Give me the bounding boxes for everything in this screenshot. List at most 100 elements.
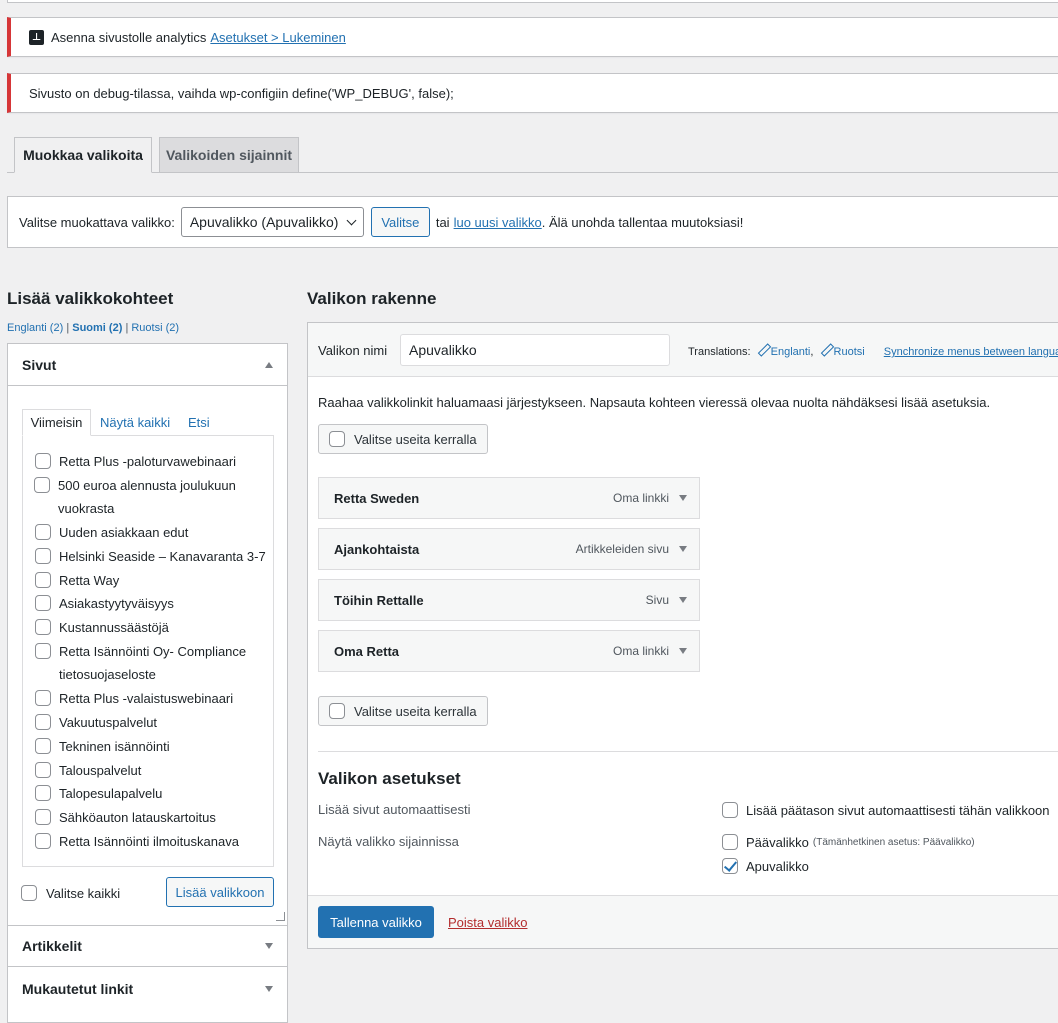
page-checkbox[interactable] xyxy=(35,785,51,801)
bulk-select-checkbox[interactable] xyxy=(329,703,345,719)
page-item[interactable]: Talopesulapalvelu xyxy=(35,782,280,805)
page-item[interactable]: Helsinki Seaside – Kanavaranta 3-7 xyxy=(35,545,280,568)
menu-structure-heading: Valikon rakenne xyxy=(307,289,437,308)
lang-filter-finnish[interactable]: Suomi (2) xyxy=(72,322,122,334)
location-secondary-option[interactable]: Apuvalikko xyxy=(722,858,809,874)
articles-section-header[interactable]: Artikkelit xyxy=(8,925,287,967)
menu-select-value: Apuvalikko (Apuvalikko) xyxy=(189,214,339,230)
item-toggle-arrow-icon[interactable] xyxy=(679,597,687,603)
pencil-icon xyxy=(758,344,769,355)
page-checkbox[interactable] xyxy=(35,762,51,778)
subtab-viimeisin-label: Viimeisin xyxy=(30,415,83,430)
sync-menus-link[interactable]: Synchronize menus between languages xyxy=(884,346,1058,358)
menu-item[interactable]: Ajankohtaista Artikkeleiden sivu xyxy=(318,528,700,570)
custom-links-section-title: Mukautetut linkit xyxy=(22,981,134,997)
page-checkbox[interactable] xyxy=(35,738,51,754)
resize-handle-icon[interactable] xyxy=(276,912,285,921)
page-item[interactable]: Vakuutuspalvelut xyxy=(35,711,280,734)
pages-subtab-viimeisin[interactable]: Viimeisin xyxy=(22,409,91,436)
debug-notice: Sivusto on debug-tilassa, vaihda wp-conf… xyxy=(7,73,1058,113)
tab-menu-locations[interactable]: Valikoiden sijainnit xyxy=(159,137,299,173)
page-item[interactable]: Asiakastyytyväisyys xyxy=(35,592,280,615)
page-checkbox[interactable] xyxy=(35,690,51,706)
lang-filter-swedish[interactable]: Ruotsi (2) xyxy=(131,322,179,334)
select-or-text: tai xyxy=(435,214,450,230)
articles-section-title: Artikkelit xyxy=(22,938,82,954)
select-all-checkbox[interactable] xyxy=(21,885,37,901)
expand-arrow-icon xyxy=(265,943,273,949)
page-checkbox[interactable] xyxy=(35,572,51,588)
translation-english-link[interactable]: Englanti xyxy=(771,346,811,358)
create-new-menu-link[interactable]: luo uusi valikko xyxy=(454,215,542,230)
item-toggle-arrow-icon[interactable] xyxy=(679,546,687,552)
menu-select-bar: Valitse muokattava valikko: Apuvalikko (… xyxy=(7,196,1058,248)
page-checkbox[interactable] xyxy=(35,595,51,611)
bulk-select-button-bottom[interactable]: Valitse useita kerralla xyxy=(318,696,488,726)
location-primary-option[interactable]: Päävalikko (Tämänhetkinen asetus: Pääval… xyxy=(722,834,975,850)
auto-add-checkbox[interactable] xyxy=(722,802,738,818)
menu-item[interactable]: Retta Sweden Oma linkki xyxy=(318,477,700,519)
menu-item[interactable]: Oma Retta Oma linkki xyxy=(318,630,700,672)
top-strip xyxy=(7,0,1058,3)
reading-settings-link[interactable]: Asetukset > Lukeminen xyxy=(210,30,346,45)
auto-add-option[interactable]: Lisää päätason sivut automaattisesti täh… xyxy=(722,802,1050,818)
menu-select-label: Valitse muokattava valikko: xyxy=(19,214,175,230)
settings-divider xyxy=(318,751,1058,752)
debug-notice-text: Sivusto on debug-tilassa, vaihda wp-conf… xyxy=(29,85,454,101)
pages-section-title: Sivut xyxy=(22,356,57,373)
page-item[interactable]: Retta Isännöinti Oy- Compliance tietosuo… xyxy=(35,640,280,686)
page-checkbox[interactable] xyxy=(35,524,51,540)
page-item[interactable]: Uuden asiakkaan edut xyxy=(35,521,280,544)
page-checkbox[interactable] xyxy=(35,548,51,564)
page-checkbox[interactable] xyxy=(34,477,50,493)
location-primary-checkbox[interactable] xyxy=(722,834,738,850)
page-item[interactable]: Retta Isännöinti ilmoituskanava xyxy=(35,830,280,853)
tab-divider xyxy=(7,172,1058,173)
menu-name-input[interactable]: Apuvalikko xyxy=(400,334,670,366)
page-item[interactable]: Retta Way xyxy=(35,569,280,592)
custom-links-section-header[interactable]: Mukautetut linkit xyxy=(8,968,287,1010)
page-checkbox[interactable] xyxy=(35,714,51,730)
lang-filter-english[interactable]: Englanti (2) xyxy=(7,322,63,334)
collapse-arrow-icon xyxy=(265,361,273,368)
page-checkbox[interactable] xyxy=(35,643,51,659)
page-checkbox[interactable] xyxy=(35,453,51,469)
page-item[interactable]: Retta Plus -paloturvawebinaari xyxy=(35,450,280,473)
page-item[interactable]: Retta Plus -valaistuswebinaari xyxy=(35,687,280,710)
analytics-notice: ⊥ Asenna sivustolle analytics Asetukset … xyxy=(7,17,1058,57)
delete-menu-link[interactable]: Poista valikko xyxy=(448,915,527,930)
menu-structure-panel: Valikon nimi Apuvalikko Translations: En… xyxy=(307,322,1058,949)
pages-section-header[interactable]: Sivut xyxy=(8,344,287,386)
select-all-row[interactable]: Valitse kaikki xyxy=(21,885,120,901)
pages-subtab-search[interactable]: Etsi xyxy=(188,415,210,430)
menu-name-label: Valikon nimi xyxy=(318,343,388,358)
select-menu-button[interactable]: Valitse xyxy=(370,207,430,237)
page-item[interactable]: Kustannussäästöjä xyxy=(35,616,280,639)
bulk-select-button-top[interactable]: Valitse useita kerralla xyxy=(318,424,488,454)
page-checkbox[interactable] xyxy=(35,809,51,825)
page-item[interactable]: 500 euroa alennusta joulukuun vuokrasta xyxy=(34,474,279,520)
menu-select-dropdown[interactable]: Apuvalikko (Apuvalikko) xyxy=(180,207,364,237)
item-toggle-arrow-icon[interactable] xyxy=(679,648,687,654)
item-toggle-arrow-icon[interactable] xyxy=(679,495,687,501)
tab-edit-menus[interactable]: Muokkaa valikoita xyxy=(14,137,152,173)
drag-instructions: Raahaa valikkolinkit haluamaasi järjesty… xyxy=(318,395,991,410)
page-checkbox[interactable] xyxy=(35,833,51,849)
bulk-select-checkbox[interactable] xyxy=(329,431,345,447)
menu-item[interactable]: Töihin Rettalle Sivu xyxy=(318,579,700,621)
page-item[interactable]: Sähköauton latauskartoitus xyxy=(35,806,280,829)
expand-arrow-icon xyxy=(265,986,273,992)
location-secondary-checkbox[interactable] xyxy=(722,858,738,874)
save-reminder-text: . Älä unohda tallentaa muutoksiasi! xyxy=(541,214,744,230)
page-item[interactable]: Talouspalvelut xyxy=(35,759,280,782)
analytics-notice-text: Asenna sivustolle analytics xyxy=(51,29,207,45)
translation-swedish-link[interactable]: Ruotsi xyxy=(834,346,865,358)
locations-label: Näytä valikko sijainnissa xyxy=(318,834,459,849)
page-checkbox[interactable] xyxy=(35,619,51,635)
page-item[interactable]: Tekninen isännöinti xyxy=(35,735,280,758)
add-to-menu-button[interactable]: Lisää valikkoon xyxy=(166,877,274,907)
menu-name-value: Apuvalikko xyxy=(409,342,477,358)
save-menu-button[interactable]: Tallenna valikko xyxy=(318,906,434,938)
pages-subtab-show-all[interactable]: Näytä kaikki xyxy=(100,415,170,430)
pencil-icon xyxy=(821,344,832,355)
